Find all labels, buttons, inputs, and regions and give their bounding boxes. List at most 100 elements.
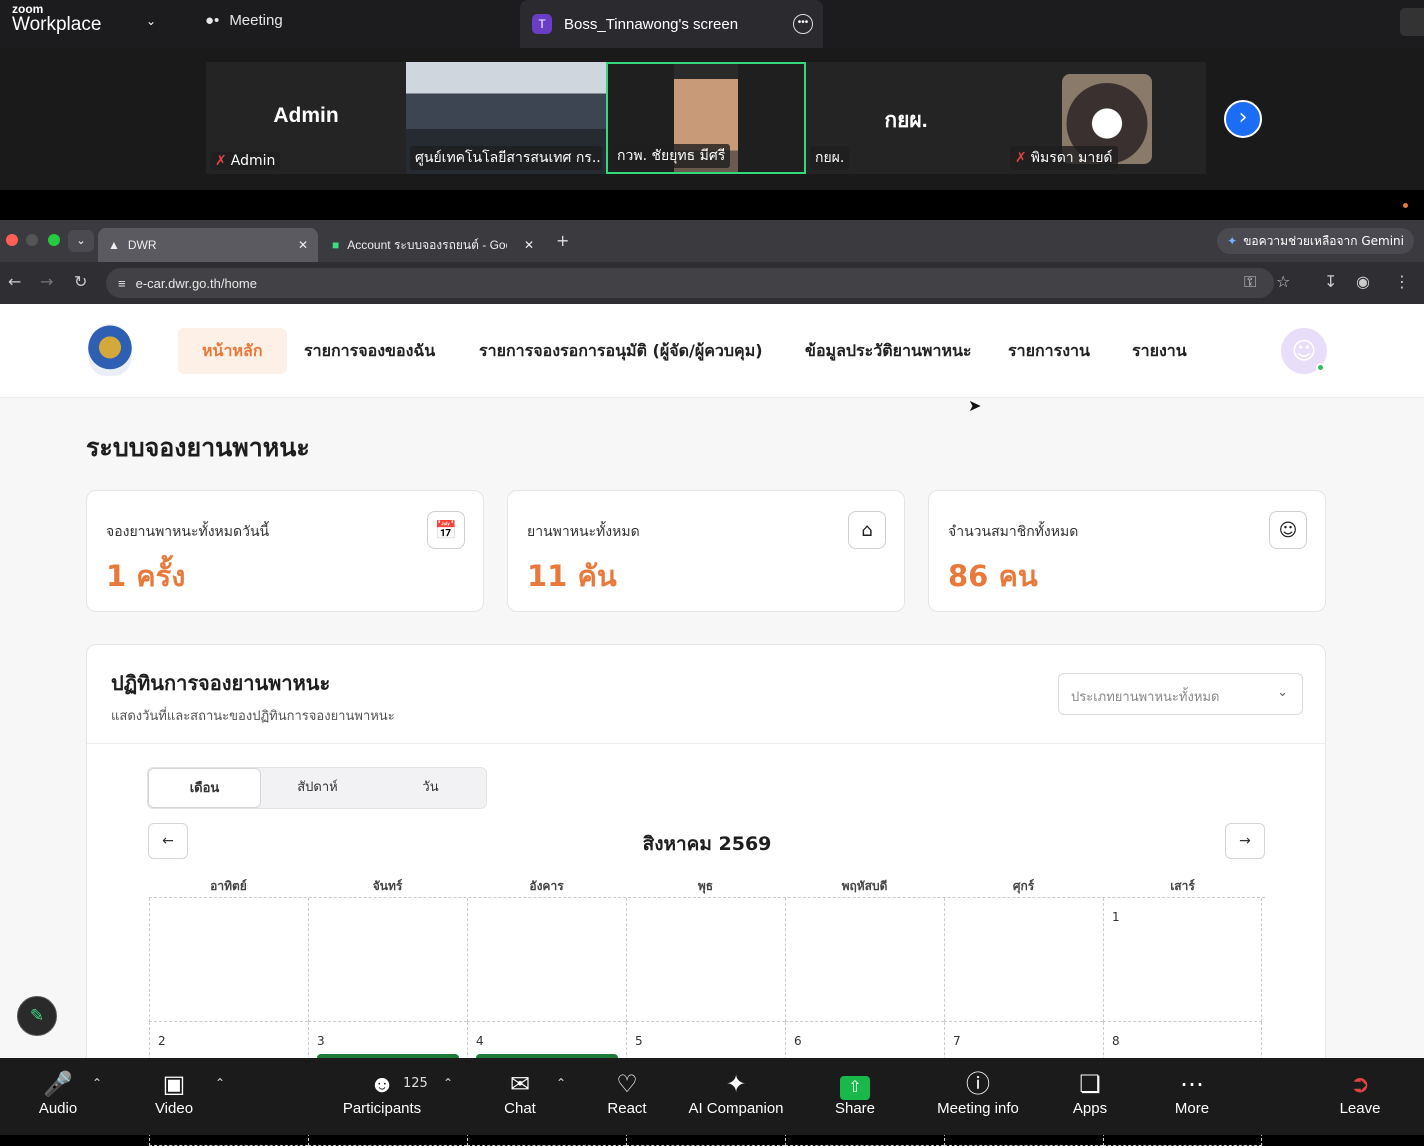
- tab-week[interactable]: สัปดาห์: [261, 768, 374, 808]
- site-info-icon[interactable]: ≡: [118, 276, 126, 291]
- nav-my-bookings[interactable]: รายการจองของฉัน: [280, 328, 459, 374]
- view-button[interactable]: [1400, 8, 1424, 36]
- day-cell[interactable]: [149, 898, 308, 1022]
- stat-label: จำนวนสมาชิกทั้งหมด: [948, 524, 1079, 540]
- react-button[interactable]: ♡ React: [602, 1070, 652, 1117]
- weekday-header: อังคาร: [529, 879, 564, 893]
- url-text: e-car.dwr.go.th/home: [135, 275, 257, 291]
- tile-display-name: กยผ.: [884, 109, 928, 132]
- info-icon: ⓘ: [966, 1071, 990, 1098]
- site-header: หน้าหลัก รายการจองของฉัน รายการจองรอการอ…: [0, 304, 1424, 398]
- next-page-button[interactable]: ›: [1224, 100, 1262, 138]
- tab-google-account[interactable]: ■ Account ระบบจองรถยนต์ - Goo ✕: [322, 228, 544, 262]
- tab-dwr[interactable]: ▲ DWR ✕: [98, 228, 318, 262]
- meeting-tab[interactable]: ●• Meeting: [205, 12, 283, 29]
- menu-kebab-icon[interactable]: ⋮: [1394, 272, 1410, 291]
- video-tile[interactable]: กยผ. กยผ.: [806, 62, 1006, 174]
- video-off-icon: ▣: [162, 1071, 186, 1098]
- zoom-logo-bottom: Workplace: [12, 14, 102, 35]
- meeting-tab-label: Meeting: [229, 12, 283, 29]
- video-tile[interactable]: ✗ พิมรดา มายด์: [1006, 62, 1206, 174]
- browser-toolbar: ← → ↻ ≡ e-car.dwr.go.th/home ⚿ ☆ ↧ ◉ ⋮: [0, 262, 1424, 304]
- next-month-button[interactable]: →: [1225, 823, 1265, 859]
- video-options-caret-icon[interactable]: ⌃: [215, 1076, 225, 1090]
- calendar-subtitle: แสดงวันที่และสถานะของปฏิทินการจองยานพาหน…: [111, 709, 395, 724]
- dwr-logo[interactable]: [88, 324, 132, 376]
- user-avatar[interactable]: ☺: [1281, 328, 1327, 374]
- weekday-header: พุธ: [697, 879, 714, 893]
- share-screen-button[interactable]: ⇧ Share: [830, 1070, 880, 1117]
- minimize-window-button[interactable]: [26, 234, 38, 246]
- zoom-logo: zoom Workplace: [12, 3, 101, 34]
- tab-search-icon[interactable]: ⌄: [68, 230, 94, 252]
- nav-home[interactable]: หน้าหลัก: [178, 328, 287, 374]
- online-indicator: [1316, 363, 1325, 372]
- leave-button[interactable]: ➲ Leave: [1332, 1070, 1388, 1117]
- new-tab-icon[interactable]: +: [556, 231, 569, 250]
- stat-value: 1 ครั้ง: [106, 559, 186, 593]
- users-icon: ☺: [1269, 511, 1307, 549]
- calendar-grid: 1 2 3 4 5 6 7 8: [149, 897, 1265, 1146]
- tab-title: DWR: [127, 238, 157, 252]
- meeting-toolbar: 🎤 Audio ⌃ ▣ Video ⌃ ☻ Participants 125 ⌃ ✉ C…: [0, 1058, 1424, 1135]
- heart-icon: ♡: [616, 1071, 638, 1098]
- day-cell[interactable]: [308, 898, 467, 1022]
- chat-options-caret-icon[interactable]: ⌃: [556, 1076, 566, 1090]
- chat-button[interactable]: ✉ Chat: [496, 1070, 544, 1117]
- day-cell[interactable]: [626, 898, 785, 1022]
- profile-icon[interactable]: ◉: [1356, 272, 1370, 291]
- shared-screen-tab[interactable]: T Boss_Tinnawong's screen •••: [520, 0, 823, 48]
- ai-companion-button[interactable]: ✦ AI Companion: [684, 1070, 788, 1117]
- meeting-info-button[interactable]: ⓘ Meeting info: [930, 1070, 1026, 1117]
- gemini-button[interactable]: ✦ ขอความช่วยเหลือจาก Gemini: [1217, 228, 1414, 254]
- key-icon[interactable]: ⚿: [1244, 272, 1256, 292]
- maximize-window-button[interactable]: [48, 234, 60, 246]
- forward-icon[interactable]: →: [40, 272, 53, 291]
- close-tab-icon[interactable]: ✕: [298, 238, 308, 252]
- audio-options-caret-icon[interactable]: ⌃: [92, 1076, 102, 1090]
- chevron-down-icon[interactable]: ⌄: [146, 14, 156, 28]
- page-title: ระบบจองยานพาหนะ: [86, 433, 310, 462]
- video-tile[interactable]: Admin ✗ Admin: [206, 62, 406, 174]
- nav-tasks[interactable]: รายการงาน: [984, 328, 1114, 374]
- day-cell[interactable]: 1: [1103, 898, 1262, 1022]
- close-window-button[interactable]: [6, 234, 18, 246]
- vehicle-type-value: ประเภทยานพาหนะทั้งหมด: [1071, 690, 1220, 705]
- day-cell[interactable]: [944, 898, 1103, 1022]
- audio-button[interactable]: 🎤 Audio: [30, 1070, 86, 1117]
- close-tab-icon[interactable]: ✕: [524, 238, 534, 252]
- share-arrow-icon: ⇧: [830, 1070, 880, 1100]
- video-button[interactable]: ▣ Video: [146, 1070, 202, 1117]
- day-cell[interactable]: [785, 898, 944, 1022]
- tile-name-label: กวพ. ชัยยุทธ มีศรี: [612, 144, 731, 168]
- gemini-label: ขอความช่วยเหลือจาก Gemini: [1243, 233, 1404, 248]
- sheet-favicon-icon: ■: [332, 238, 340, 252]
- tab-title: Account ระบบจองรถยนต์ - Goo: [347, 237, 508, 252]
- video-gallery: Admin ✗ Admin ศูนย์เทคโนโลยีสารสนเทศ กร..…: [0, 48, 1424, 190]
- apps-button[interactable]: ❏ Apps: [1064, 1070, 1116, 1117]
- nav-reports[interactable]: รายงาน: [1108, 328, 1211, 374]
- tab-month[interactable]: เดือน: [148, 768, 261, 808]
- tab-day[interactable]: วัน: [374, 768, 487, 808]
- bookmark-star-icon[interactable]: ☆: [1276, 272, 1290, 291]
- video-tile[interactable]: ศูนย์เทคโนโลยีสารสนเทศ กร...: [406, 62, 606, 174]
- video-tile-active-speaker[interactable]: กวพ. ชัยยุทธ มีศรี: [606, 62, 806, 174]
- stat-card-members: จำนวนสมาชิกทั้งหมด 86 คน ☺: [928, 490, 1326, 612]
- more-button[interactable]: ⋯ More: [1166, 1070, 1218, 1117]
- vehicle-type-select[interactable]: ประเภทยานพาหนะทั้งหมด ⌄: [1058, 673, 1303, 715]
- calendar-month: สิงหาคม 2569: [642, 833, 772, 855]
- download-icon[interactable]: ↧: [1324, 272, 1337, 291]
- back-icon[interactable]: ←: [8, 272, 21, 291]
- weekday-header: พฤหัสบดี: [841, 879, 888, 893]
- annotate-pencil-icon[interactable]: ✎: [17, 996, 57, 1036]
- stat-card-vehicles: ยานพาหนะทั้งหมด 11 คัน ⌂: [507, 490, 905, 612]
- reload-icon[interactable]: ↻: [74, 272, 87, 291]
- participants-options-caret-icon[interactable]: ⌃: [443, 1076, 453, 1090]
- nav-pending-approval[interactable]: รายการจองรอการอนุมัติ (ผู้จัด/ผู้ควบคุม): [455, 328, 787, 374]
- tile-name-label: ✗ พิมรดา มายด์: [1010, 146, 1118, 170]
- address-bar[interactable]: ≡ e-car.dwr.go.th/home: [106, 268, 1274, 298]
- nav-vehicle-history[interactable]: ข้อมูลประวัติยานพาหนะ: [781, 328, 996, 374]
- day-cell[interactable]: [467, 898, 626, 1022]
- weekday-header: อาทิตย์: [210, 879, 247, 893]
- more-options-icon[interactable]: •••: [793, 14, 813, 34]
